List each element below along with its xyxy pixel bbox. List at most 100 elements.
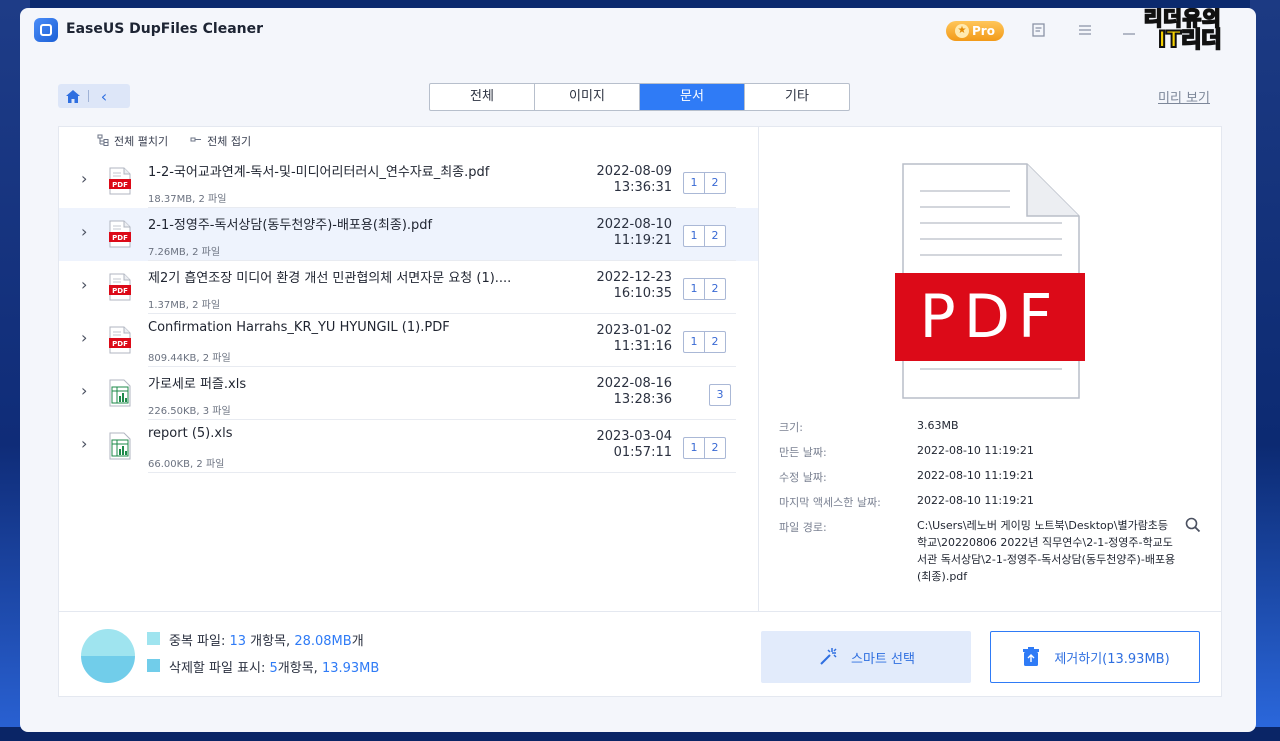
chevron-right-icon[interactable]: › <box>81 222 87 241</box>
category-tabs: 전체 이미지 문서 기타 <box>429 83 850 111</box>
copy-number[interactable]: 2 <box>704 226 725 246</box>
copy-number[interactable]: 1 <box>684 332 704 352</box>
del-count: 5 <box>269 661 278 676</box>
copy-number[interactable]: 1 <box>684 438 704 458</box>
title-bar: EaseUS DupFiles Cleaner ★ Pro 리더유의 IT리더 <box>20 8 1256 54</box>
copy-number[interactable]: 2 <box>704 279 725 299</box>
delete-summary: 삭제할 파일 표시: 5개항목, 13.93MB <box>169 657 379 676</box>
collapse-tree-icon <box>190 134 202 149</box>
duplicate-legend-swatch <box>147 632 160 645</box>
svg-text:PDF: PDF <box>112 287 128 295</box>
file-time: 01:57:11 <box>613 445 672 460</box>
chevron-right-icon[interactable]: › <box>81 434 87 453</box>
row-divider <box>148 472 736 473</box>
tab-documents[interactable]: 문서 <box>640 84 745 110</box>
watermark-line2: IT리더 <box>1157 27 1223 54</box>
del-size: 13.93MB <box>321 661 380 676</box>
file-name: 1-2-국어교과연계-독서-및-미디어리터러시_연수자료_최종.pdf <box>148 165 490 180</box>
file-time: 11:19:21 <box>613 233 672 248</box>
nav-group: ‹ <box>58 84 130 108</box>
svg-text:PDF: PDF <box>112 181 128 189</box>
file-row[interactable]: › PDF 1-2-국어교과연계-독서-및-미디어리터러시_연수자료_최종.pd… <box>59 155 758 208</box>
file-date: 2023-01-02 <box>596 323 672 338</box>
menu-icon[interactable] <box>1076 22 1094 38</box>
pdf-file-icon: PDF <box>109 326 131 354</box>
copy-number[interactable]: 2 <box>704 332 725 352</box>
file-row[interactable]: › 가로세로 퍼즐.xls 226.50KB, 3 파일 2022-08-16 … <box>59 367 758 420</box>
file-time: 11:31:16 <box>613 339 672 354</box>
remove-label: 제거하기(13.93MB) <box>1054 651 1170 667</box>
file-meta: 7.26MB, 2 파일 <box>148 247 221 258</box>
back-icon[interactable]: ‹ <box>89 84 119 108</box>
chevron-right-icon[interactable]: › <box>81 169 87 188</box>
file-name: 2-1-정영주-독서상담(동두천양주)-배포용(최종).pdf <box>148 218 433 233</box>
excel-file-icon <box>109 432 131 460</box>
summary-bar: 중복 파일: 13 개항목, 28.08MB개 삭제할 파일 표시: 5개항목,… <box>59 611 1221 697</box>
file-name: Confirmation Harrahs_KR_YU HYUNGIL (1).P… <box>148 320 450 335</box>
recycle-bin-icon <box>1023 647 1040 666</box>
expand-all-label: 전체 펼치기 <box>114 135 169 148</box>
copy-number[interactable]: 2 <box>704 173 725 193</box>
copy-selector: 12 <box>683 437 726 459</box>
chevron-right-icon[interactable]: › <box>81 328 87 347</box>
file-meta: 809.44KB, 2 파일 <box>148 353 231 364</box>
copy-selector: 12 <box>683 331 726 353</box>
created-label: 만든 날짜: <box>779 446 827 459</box>
preview-link[interactable]: 미리 보기 <box>1158 87 1210 106</box>
file-time: 16:10:35 <box>613 286 672 301</box>
copy-selector: 12 <box>683 278 726 300</box>
tab-all[interactable]: 전체 <box>430 84 535 110</box>
duplicate-summary: 중복 파일: 13 개항목, 28.08MB개 <box>169 630 364 649</box>
copy-selector: 12 <box>683 225 726 247</box>
size-label: 크기: <box>779 421 803 434</box>
pro-label: Pro <box>972 24 995 38</box>
minimize-icon[interactable] <box>1120 22 1138 38</box>
file-date: 2022-08-16 <box>596 376 672 391</box>
remove-button[interactable]: 제거하기(13.93MB) <box>990 631 1200 683</box>
search-icon[interactable] <box>1185 517 1201 533</box>
file-meta: 66.00KB, 2 파일 <box>148 459 225 470</box>
chevron-right-icon[interactable]: › <box>81 381 87 400</box>
file-date: 2022-08-09 <box>596 164 672 179</box>
path-label: 파일 경로: <box>779 521 827 534</box>
modified-label: 수정 날짜: <box>779 471 827 484</box>
feedback-icon[interactable] <box>1030 22 1048 38</box>
file-row[interactable]: › PDF 2-1-정영주-독서상담(동두천양주)-배포용(최종).pdf 7.… <box>59 208 758 261</box>
duplicate-pie-chart <box>81 629 135 683</box>
excel-file-icon <box>109 379 131 407</box>
copy-selector: 12 <box>683 172 726 194</box>
pro-button[interactable]: ★ Pro <box>946 21 1004 41</box>
path-value: C:\Users\레노버 게이밍 노트북\Desktop\별가람초등학교\202… <box>917 519 1176 583</box>
chevron-right-icon[interactable]: › <box>81 275 87 294</box>
tab-images[interactable]: 이미지 <box>535 84 640 110</box>
file-name: report (5).xls <box>148 426 233 441</box>
expand-all-button[interactable]: 전체 펼치기 <box>97 133 168 149</box>
preview-pane: PDF 크기: 3.63MB 만든 날짜: 2022-08-10 11:19:2… <box>759 127 1221 611</box>
copy-number[interactable]: 1 <box>684 226 704 246</box>
copy-number[interactable]: 1 <box>684 279 704 299</box>
dup-mid: 개항목, <box>246 634 295 649</box>
copy-number[interactable]: 3 <box>710 385 730 405</box>
copy-number[interactable]: 1 <box>684 173 704 193</box>
file-row[interactable]: › report (5).xls 66.00KB, 2 파일 2023-03-0… <box>59 420 758 473</box>
file-name: 가로세로 퍼즐.xls <box>148 377 247 392</box>
home-icon[interactable] <box>58 84 88 108</box>
file-row[interactable]: › PDF Confirmation Harrahs_KR_YU HYUNGIL… <box>59 314 758 367</box>
file-row[interactable]: › PDF 제2기 흡연조장 미디어 환경 개선 민관협의체 서면자문 요청 (… <box>59 261 758 314</box>
tab-other[interactable]: 기타 <box>745 84 849 110</box>
magic-wand-icon <box>820 648 837 665</box>
pdf-file-icon: PDF <box>109 273 131 301</box>
dup-tail: 개 <box>351 634 364 649</box>
svg-text:PDF: PDF <box>112 340 128 348</box>
file-time: 13:36:31 <box>613 180 672 195</box>
star-icon: ★ <box>955 24 970 38</box>
collapse-all-button[interactable]: 전체 접기 <box>190 133 251 149</box>
copy-number[interactable]: 2 <box>704 438 725 458</box>
expand-tree-icon <box>97 134 109 149</box>
dup-count: 13 <box>229 634 247 649</box>
modified-value: 2022-08-10 11:19:21 <box>917 469 1034 482</box>
smart-select-button[interactable]: 스마트 선택 <box>761 631 971 683</box>
dup-size: 28.08MB <box>294 634 352 649</box>
svg-text:PDF: PDF <box>112 234 128 242</box>
file-date: 2022-08-10 <box>596 217 672 232</box>
